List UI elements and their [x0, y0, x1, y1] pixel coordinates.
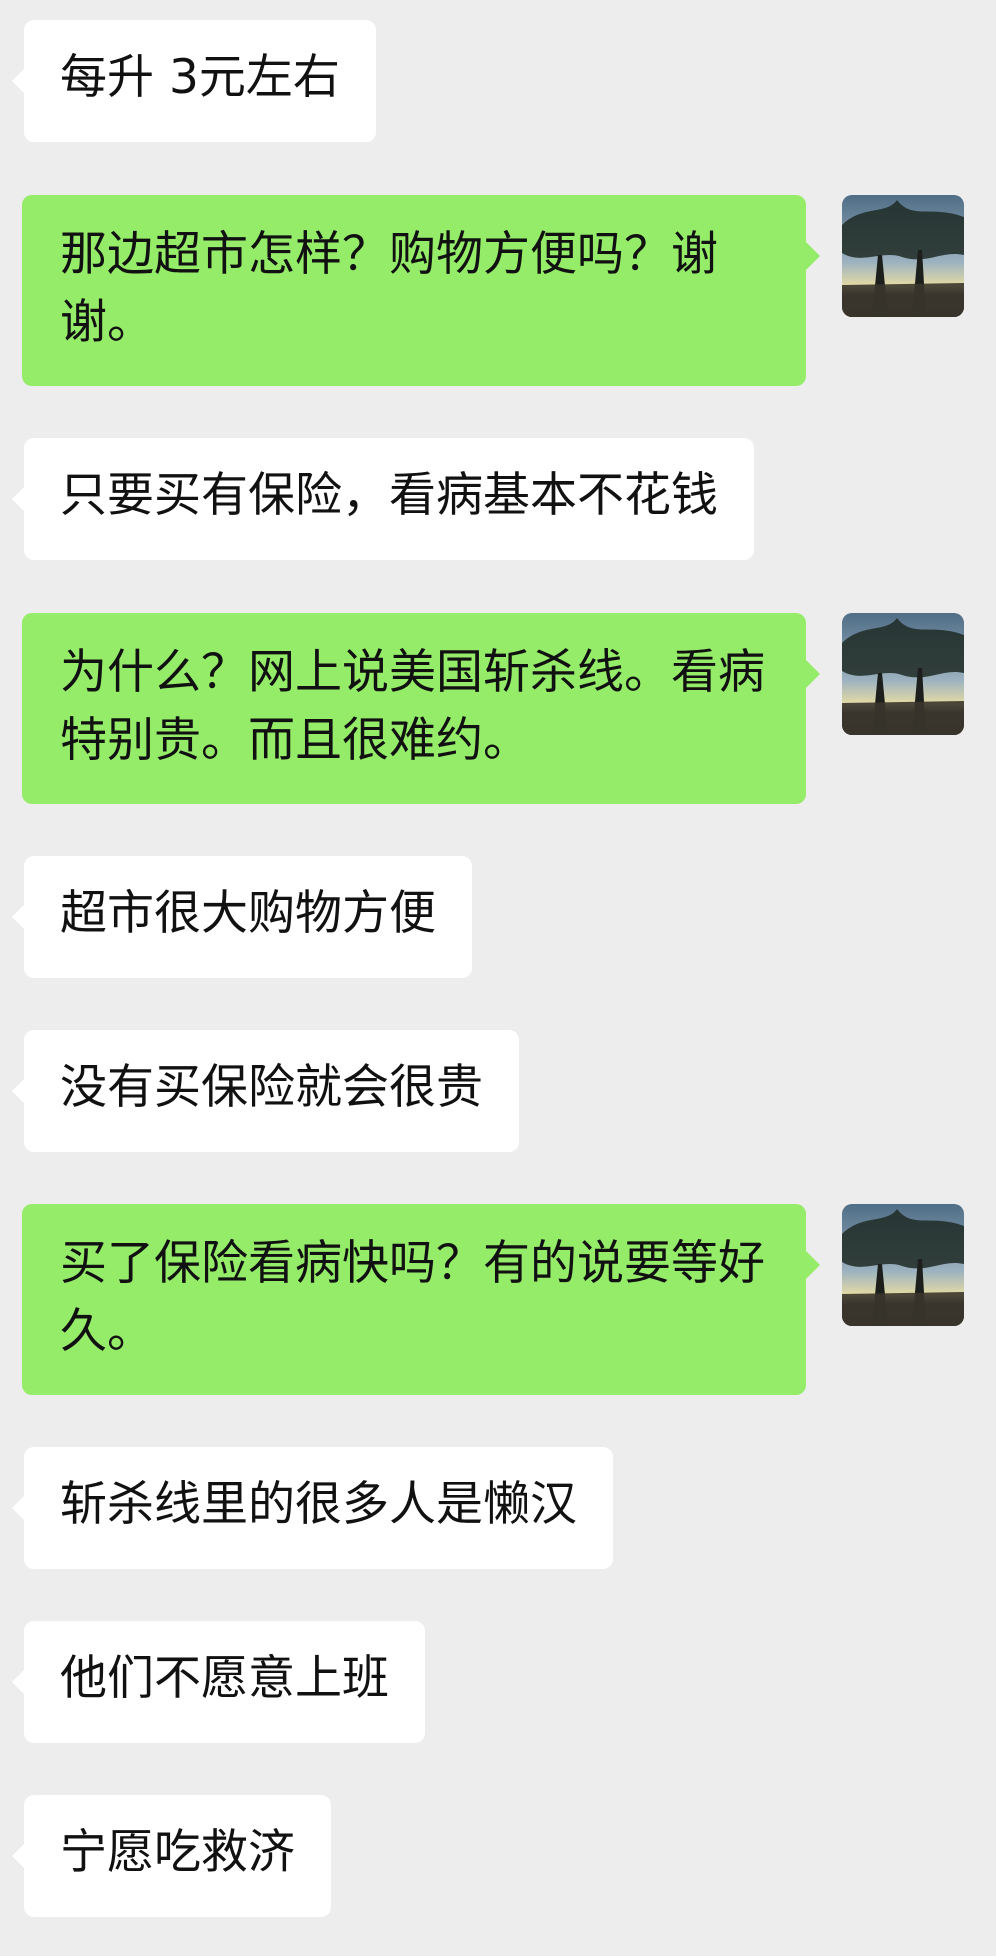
- message-text: 宁愿吃救济: [60, 1825, 295, 1880]
- incoming-bubble[interactable]: 他们不愿意上班: [12, 1621, 425, 1743]
- message-text: 每升 3元左右: [60, 50, 340, 105]
- outgoing-bubble[interactable]: 买了保险看病快吗？有的说要等好久。: [22, 1204, 820, 1395]
- incoming-bubble[interactable]: 只要买有保险，看病基本不花钱: [12, 438, 754, 560]
- message-text: 买了保险看病快吗？有的说要等好久。: [60, 1236, 765, 1359]
- incoming-bubble[interactable]: 宁愿吃救济: [12, 1795, 331, 1917]
- incoming-bubble[interactable]: 斩杀线里的很多人是懒汉: [12, 1447, 613, 1569]
- landscape-avatar-icon: [842, 195, 964, 317]
- outgoing-bubble[interactable]: 为什么？网上说美国斩杀线。看病特别贵。而且很难约。: [22, 613, 820, 804]
- incoming-bubble[interactable]: 每升 3元左右: [12, 20, 376, 142]
- incoming-bubble[interactable]: 超市很大购物方便: [12, 856, 472, 978]
- message-text: 斩杀线里的很多人是懒汉: [60, 1477, 577, 1532]
- message-text: 没有买保险就会很贵: [60, 1060, 483, 1115]
- chat-message-list[interactable]: 每升 3元左右 那边超市怎样？购物方便吗？谢谢。 只要买有保险，看病基本不花钱 …: [0, 0, 996, 1956]
- user-avatar-icon[interactable]: [842, 613, 964, 735]
- user-avatar-icon[interactable]: [842, 195, 964, 317]
- landscape-avatar-icon: [842, 1204, 964, 1326]
- message-text: 超市很大购物方便: [60, 886, 436, 941]
- user-avatar-icon[interactable]: [842, 1204, 964, 1326]
- landscape-avatar-icon: [842, 613, 964, 735]
- outgoing-bubble[interactable]: 那边超市怎样？购物方便吗？谢谢。: [22, 195, 820, 386]
- message-text: 只要买有保险，看病基本不花钱: [60, 468, 718, 523]
- message-text: 他们不愿意上班: [60, 1651, 389, 1706]
- incoming-bubble[interactable]: 没有买保险就会很贵: [12, 1030, 519, 1152]
- message-text: 为什么？网上说美国斩杀线。看病特别贵。而且很难约。: [60, 645, 765, 768]
- message-text: 那边超市怎样？购物方便吗？谢谢。: [60, 227, 718, 350]
